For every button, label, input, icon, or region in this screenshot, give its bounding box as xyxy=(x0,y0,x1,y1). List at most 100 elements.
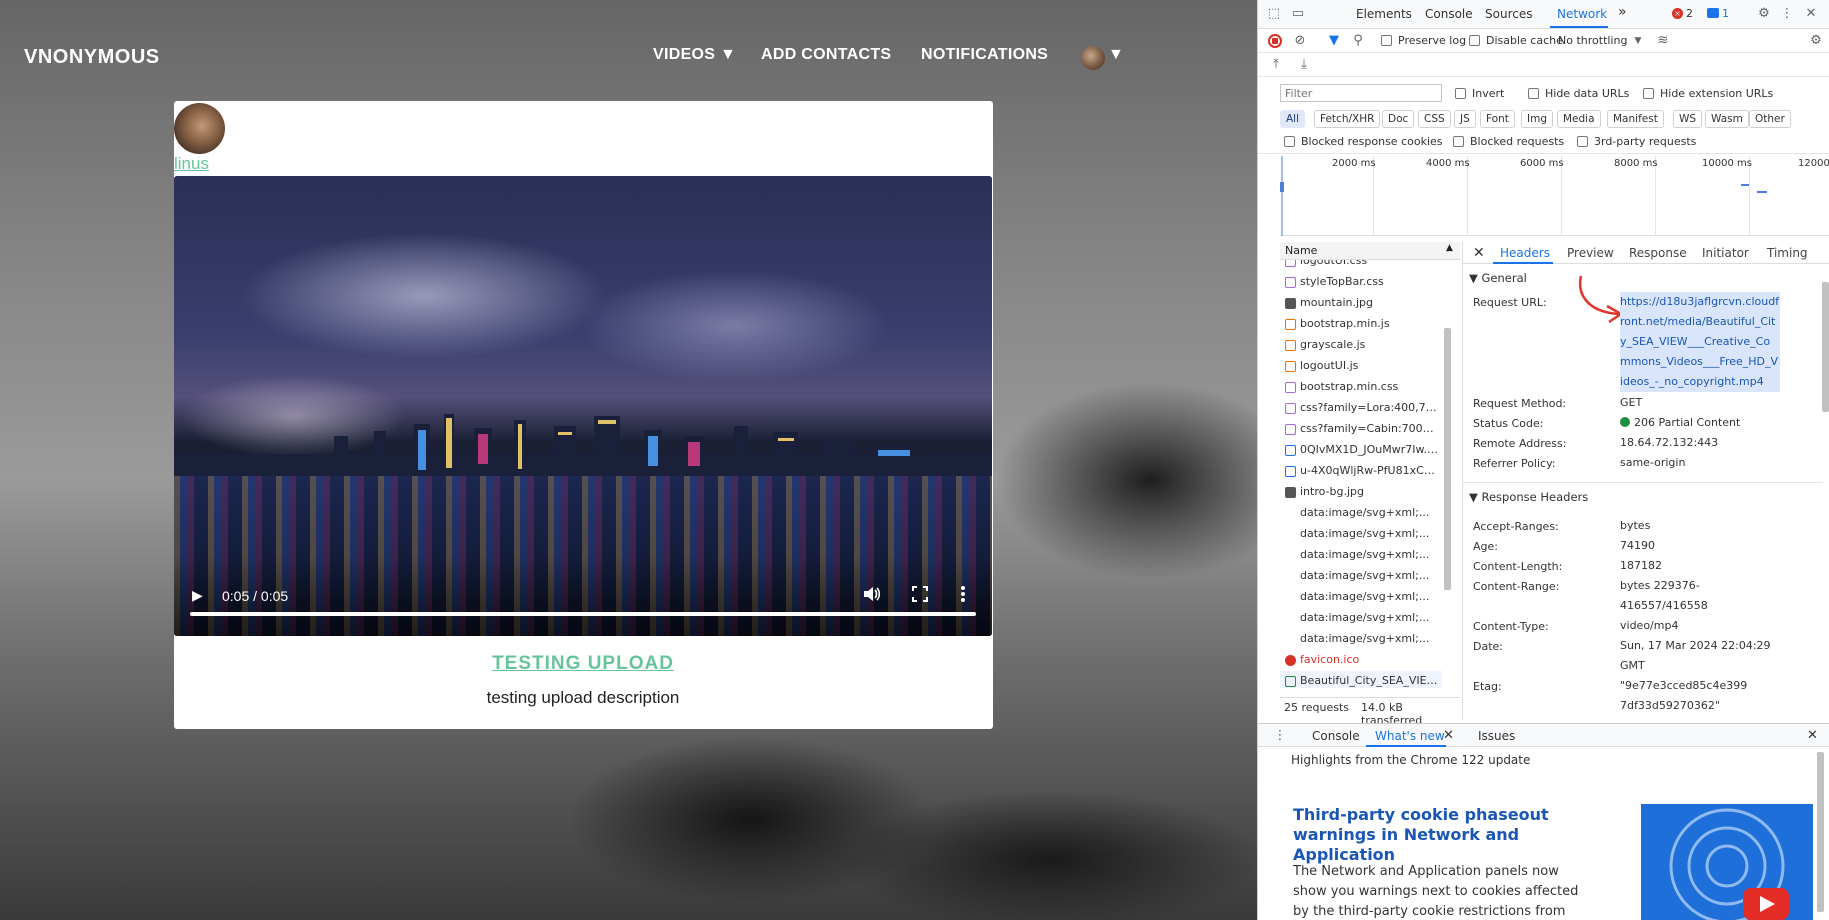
response-headers-section-header[interactable]: ▼ Response Headers xyxy=(1469,490,1588,504)
filter-input[interactable] xyxy=(1280,84,1442,102)
record-stop-icon[interactable] xyxy=(1268,34,1282,48)
post-author-avatar[interactable] xyxy=(174,103,225,154)
message-count[interactable]: 1 xyxy=(1722,7,1729,20)
network-timeline-overview[interactable]: 2000 ms 4000 ms 6000 ms 8000 ms 10000 ms… xyxy=(1280,156,1829,236)
message-icon[interactable] xyxy=(1707,8,1719,18)
clear-icon[interactable]: ⊘ xyxy=(1292,33,1308,49)
post-author-link[interactable]: linus xyxy=(174,154,209,174)
preserve-log-checkbox[interactable] xyxy=(1381,35,1392,46)
close-whats-new-icon[interactable]: ✕ xyxy=(1443,728,1454,743)
request-list-scrollbar[interactable] xyxy=(1444,328,1451,590)
request-row[interactable]: css?family=Lora:400,700,40... xyxy=(1280,398,1442,419)
request-row[interactable]: data:image/svg+xml;... xyxy=(1280,503,1442,524)
error-count[interactable]: 2 xyxy=(1686,7,1693,20)
nav-avatar-caret[interactable]: ▼ xyxy=(1108,46,1124,64)
type-filter-font[interactable]: Font xyxy=(1480,110,1515,128)
blocked-response-cookies-checkbox[interactable] xyxy=(1284,136,1295,147)
volume-icon[interactable] xyxy=(863,586,881,605)
general-section-header[interactable]: ▼ General xyxy=(1469,271,1527,285)
error-icon[interactable]: × xyxy=(1672,8,1683,19)
play-icon[interactable]: ▶ xyxy=(192,587,203,604)
drawer-scrollbar[interactable] xyxy=(1817,752,1824,912)
type-filter-doc[interactable]: Doc xyxy=(1382,110,1415,128)
more-tabs-icon[interactable]: » xyxy=(1618,4,1627,20)
device-toolbar-icon[interactable]: ▭ xyxy=(1290,6,1306,22)
request-row[interactable]: bootstrap.min.js xyxy=(1280,314,1442,335)
request-row[interactable]: bootstrap.min.css xyxy=(1280,377,1442,398)
export-har-icon[interactable]: ⤓ xyxy=(1296,57,1312,73)
request-url-value[interactable]: https://d18u3jaflgrcvn.cloudfront.net/me… xyxy=(1620,292,1780,392)
drawer-tab-console[interactable]: Console xyxy=(1312,729,1360,743)
search-icon[interactable]: ⚲ xyxy=(1350,33,1366,49)
inspect-element-icon[interactable]: ⬚ xyxy=(1266,6,1282,22)
drawer-tab-issues[interactable]: Issues xyxy=(1478,729,1515,743)
type-filter-img[interactable]: Img xyxy=(1521,110,1553,128)
post-title-link[interactable]: TESTING UPLOAD xyxy=(174,653,992,675)
request-row[interactable]: logoutUI.css xyxy=(1280,260,1442,272)
nav-avatar[interactable] xyxy=(1081,46,1105,70)
request-row[interactable]: data:image/svg+xml;... xyxy=(1280,629,1442,650)
settings-gear-icon[interactable]: ⚙ xyxy=(1756,6,1772,22)
tab-timing[interactable]: Timing xyxy=(1767,246,1808,260)
request-row[interactable]: logoutUI.js xyxy=(1280,356,1442,377)
third-party-requests-checkbox[interactable] xyxy=(1577,136,1588,147)
request-row[interactable]: 0QIvMX1D_JOuMwr7Iw.woff2 xyxy=(1280,440,1442,461)
request-row[interactable]: data:image/svg+xml;... xyxy=(1280,524,1442,545)
whats-new-video-thumbnail[interactable] xyxy=(1641,804,1813,920)
disable-cache-checkbox[interactable] xyxy=(1469,35,1480,46)
import-har-icon[interactable]: ⤒ xyxy=(1268,57,1284,73)
type-filter-wasm[interactable]: Wasm xyxy=(1705,110,1749,128)
tab-headers[interactable]: Headers xyxy=(1500,246,1550,260)
filter-funnel-icon[interactable]: ▼ xyxy=(1326,33,1342,49)
type-filter-js[interactable]: JS xyxy=(1454,110,1476,128)
nav-add-contacts[interactable]: ADD CONTACTS xyxy=(761,46,891,64)
request-row[interactable]: intro-bg.jpg xyxy=(1280,482,1442,503)
request-row[interactable]: favicon.ico xyxy=(1280,650,1442,671)
request-row[interactable]: data:image/svg+xml;... xyxy=(1280,608,1442,629)
tab-console[interactable]: Console xyxy=(1425,7,1473,21)
request-row[interactable]: Beautiful_City_SEA_VIEW___... xyxy=(1280,671,1442,688)
more-options-icon[interactable] xyxy=(960,585,966,606)
type-filter-ws[interactable]: WS xyxy=(1673,110,1703,128)
throttling-select[interactable]: No throttling xyxy=(1558,34,1627,47)
tab-network[interactable]: Network xyxy=(1557,7,1607,21)
tab-elements[interactable]: Elements xyxy=(1356,7,1412,21)
drawer-tab-whats-new[interactable]: What's new xyxy=(1375,729,1445,743)
type-filter-all[interactable]: All xyxy=(1280,110,1306,128)
video-player[interactable]: ▶ 0:05 / 0:05 xyxy=(174,176,992,636)
drawer-menu-icon[interactable]: ⋮ xyxy=(1272,728,1288,744)
blocked-requests-checkbox[interactable] xyxy=(1453,136,1464,147)
close-devtools-icon[interactable]: ✕ xyxy=(1803,6,1819,22)
network-settings-gear-icon[interactable]: ⚙ xyxy=(1808,33,1824,49)
sort-arrow-icon[interactable]: ▲ xyxy=(1446,243,1453,253)
chevron-down-icon[interactable]: ▼ xyxy=(1630,33,1646,49)
request-row[interactable]: data:image/svg+xml;... xyxy=(1280,545,1442,566)
request-row[interactable]: data:image/svg+xml;... xyxy=(1280,566,1442,587)
request-row[interactable]: data:image/svg+xml;... xyxy=(1280,587,1442,608)
close-detail-icon[interactable]: ✕ xyxy=(1473,245,1485,261)
type-filter-fetch-xhr[interactable]: Fetch/XHR xyxy=(1314,110,1381,128)
type-filter-manifest[interactable]: Manifest xyxy=(1607,110,1664,128)
request-row[interactable]: css?family=Cabin:700&displ... xyxy=(1280,419,1442,440)
tab-initiator[interactable]: Initiator xyxy=(1702,246,1749,260)
hide-data-urls-checkbox[interactable] xyxy=(1528,88,1539,99)
fullscreen-icon[interactable] xyxy=(912,586,928,605)
site-brand[interactable]: VNONYMOUS xyxy=(24,46,160,69)
close-drawer-icon[interactable]: ✕ xyxy=(1807,728,1818,743)
nav-notifications[interactable]: NOTIFICATIONS xyxy=(921,46,1048,64)
nav-videos[interactable]: VIDEOS ▼ xyxy=(653,46,736,64)
type-filter-css[interactable]: CSS xyxy=(1418,110,1451,128)
hide-extension-urls-checkbox[interactable] xyxy=(1643,88,1654,99)
whats-new-title[interactable]: Third-party cookie phaseout warnings in … xyxy=(1293,805,1593,865)
tab-response[interactable]: Response xyxy=(1629,246,1687,260)
video-progress-bar[interactable] xyxy=(190,612,976,616)
request-row[interactable]: styleTopBar.css xyxy=(1280,272,1442,293)
request-row[interactable]: u-4X0qWljRw-PfU81xCKCpd... xyxy=(1280,461,1442,482)
network-conditions-icon[interactable]: ≋ xyxy=(1655,33,1671,49)
tab-preview[interactable]: Preview xyxy=(1567,246,1614,260)
kebab-menu-icon[interactable]: ⋮ xyxy=(1779,6,1795,22)
tab-sources[interactable]: Sources xyxy=(1485,7,1532,21)
request-row[interactable]: grayscale.js xyxy=(1280,335,1442,356)
type-filter-other[interactable]: Other xyxy=(1749,110,1791,128)
detail-scrollbar[interactable] xyxy=(1822,282,1829,412)
